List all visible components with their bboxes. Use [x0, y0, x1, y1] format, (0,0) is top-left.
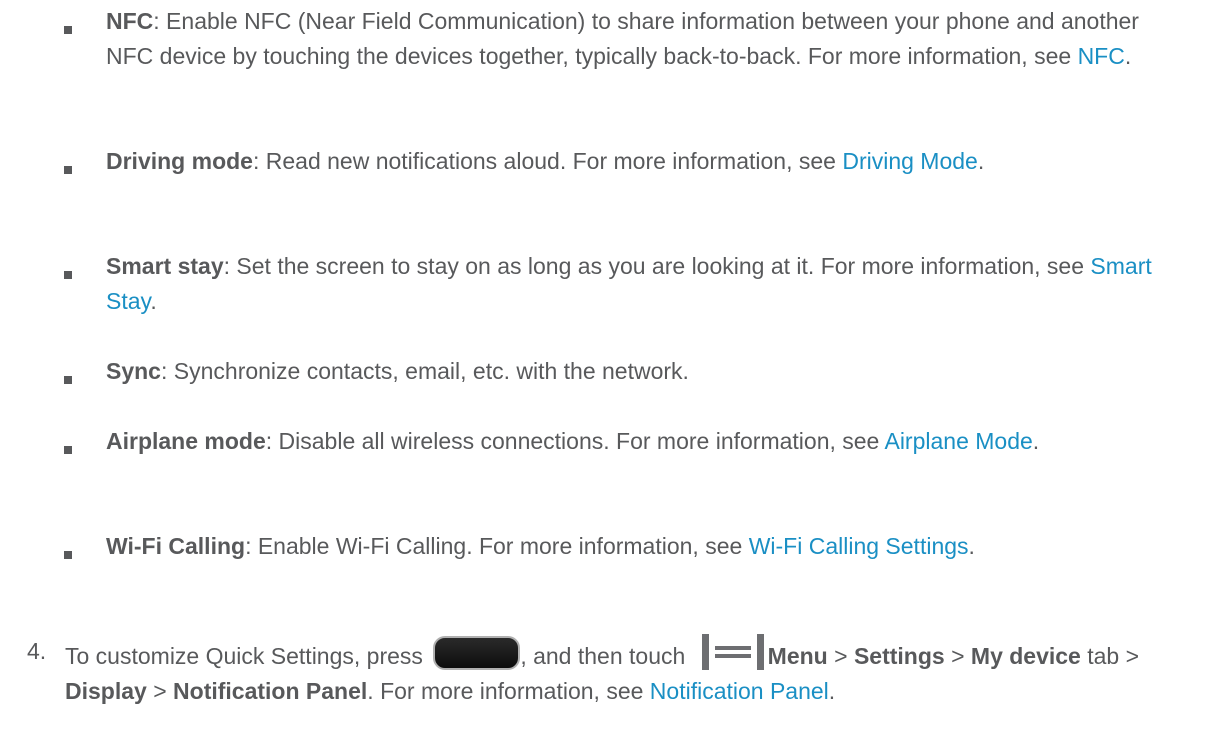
bullet-end: . [968, 533, 975, 559]
bullet-term: Driving mode [106, 148, 253, 174]
separator: > [827, 643, 854, 669]
bullet-term: NFC [106, 8, 154, 34]
step-text: , and then touch [520, 643, 692, 669]
bullet-end: . [1124, 43, 1132, 69]
menu-icon [701, 634, 764, 670]
bullet-term: Wi-Fi Calling [106, 533, 246, 559]
step-end: . [828, 678, 836, 704]
notification-panel-label: Notification Panel [173, 678, 368, 704]
settings-label: Settings [853, 643, 945, 669]
bullet-text: : Enable NFC (Near Field Communication) … [106, 8, 1139, 69]
bullet-item-airplane-mode: Airplane mode: Disable all wireless conn… [106, 424, 1186, 459]
bullet-end: . [150, 288, 157, 314]
link-wifi-calling-settings[interactable]: Wi-Fi Calling Settings [749, 533, 969, 559]
bullet-term: Sync [106, 358, 161, 384]
bullet-item-nfc: NFC: Enable NFC (Near Field Communicatio… [106, 4, 1186, 74]
bullet-marker [64, 271, 72, 279]
bullet-end: . [977, 148, 985, 174]
link-nfc[interactable]: NFC [1078, 43, 1125, 69]
home-button-icon [433, 636, 521, 670]
bullet-text: : Enable Wi-Fi Calling. For more informa… [245, 533, 749, 559]
step-text: . For more information, see [367, 678, 650, 704]
bullet-term: Airplane mode [106, 428, 266, 454]
bullet-text: : Disable all wireless connections. For … [265, 428, 885, 454]
separator: > [944, 643, 971, 669]
display-label: Display [65, 678, 147, 704]
bullet-item-smart-stay: Smart stay: Set the screen to stay on as… [106, 249, 1186, 319]
bullet-text: : Read new notifications aloud. For more… [252, 148, 843, 174]
link-airplane-mode[interactable]: Airplane Mode [884, 428, 1032, 454]
bullet-text: : Synchronize contacts, email, etc. with… [160, 358, 689, 384]
step-number: 4. [27, 638, 47, 664]
bullet-marker [64, 551, 72, 559]
step-body: To customize Quick Settings, press , and… [65, 634, 1195, 709]
menu-label: Menu [767, 643, 828, 669]
bullet-end: . [1032, 428, 1040, 454]
bullet-marker [64, 166, 72, 174]
bullet-marker [64, 376, 72, 384]
my-device-label: My device [970, 643, 1081, 669]
bullet-item-driving-mode: Driving mode: Read new notifications alo… [106, 144, 1186, 179]
document-page: NFC: Enable NFC (Near Field Communicatio… [0, 0, 1219, 747]
link-driving-mode[interactable]: Driving Mode [842, 148, 978, 174]
bullet-term: Smart stay [106, 253, 224, 279]
step-text: tab > [1080, 643, 1140, 669]
step-text: To customize Quick Settings, press [65, 643, 430, 669]
bullet-marker [64, 26, 72, 34]
separator: > [146, 678, 174, 704]
bullet-marker [64, 446, 72, 454]
bullet-text: : Set the screen to stay on as long as y… [223, 253, 1091, 279]
link-notification-panel[interactable]: Notification Panel [650, 678, 829, 704]
bullet-item-sync: Sync: Synchronize contacts, email, etc. … [106, 354, 1186, 389]
bullet-item-wifi-calling: Wi-Fi Calling: Enable Wi-Fi Calling. For… [106, 529, 1186, 564]
